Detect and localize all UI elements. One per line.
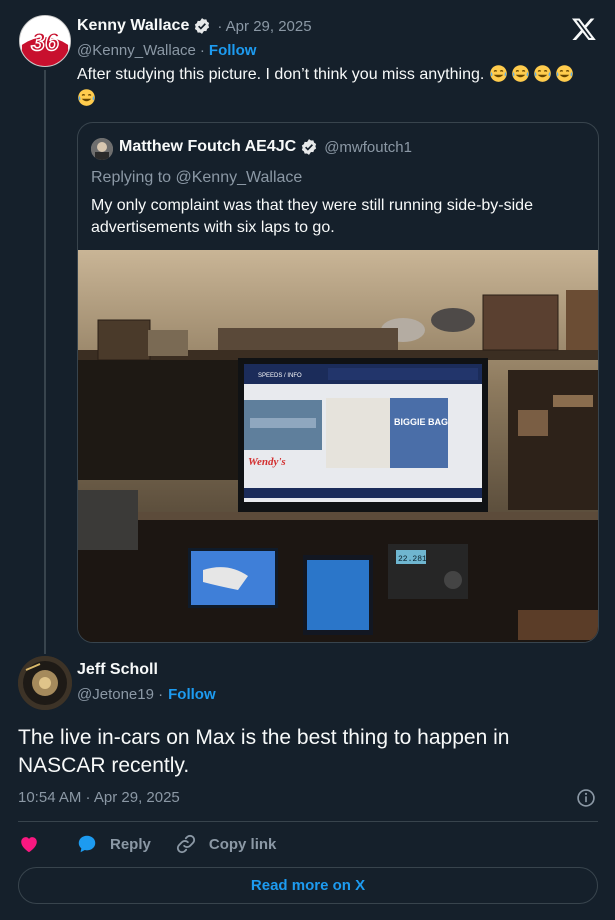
tweet-text: After studying this picture. I don’t thi… <box>77 66 485 83</box>
quoted-tweet-card[interactable]: Matthew Foutch AE4JC @mwfoutch1 Replying… <box>77 122 599 643</box>
author-name[interactable]: Kenny Wallace <box>77 17 189 35</box>
quoted-photo[interactable]: SPEEDS / INFO BIGGIE BAG Wendy's 22.281 <box>78 250 598 643</box>
reply-author-handle[interactable]: @Jetone19 · <box>77 686 163 703</box>
tv-header-text: SPEEDS / INFO <box>258 373 302 379</box>
copy-link-label: Copy link <box>208 835 277 853</box>
radio-readout: 22.281 <box>398 555 427 564</box>
like-button[interactable] <box>18 833 52 855</box>
reply-button[interactable]: Reply <box>76 833 151 855</box>
follow-button[interactable]: Follow <box>168 686 216 703</box>
reply-header: Jeff Scholl <box>77 661 158 679</box>
author-handle[interactable]: @Kenny_Wallace <box>77 42 196 59</box>
quote-avatar-image <box>91 138 113 160</box>
quote-author-name: Matthew Foutch AE4JC <box>119 138 297 155</box>
svg-text:36: 36 <box>31 29 60 57</box>
verified-badge-icon <box>195 18 210 34</box>
info-icon[interactable] <box>576 788 596 808</box>
quote-avatar <box>91 138 113 160</box>
tweet-date[interactable]: · Apr 29, 2025 <box>217 18 311 35</box>
joy-emoji <box>555 65 573 82</box>
quote-header: Matthew Foutch AE4JC @mwfoutch1 <box>119 138 412 156</box>
reply-timestamp[interactable]: 10:54 AM · Apr 29, 2025 <box>18 789 180 806</box>
tweet-header: Kenny Wallace · Apr 29, 2025 <box>77 17 312 35</box>
joy-emoji <box>533 65 551 82</box>
joy-emoji <box>78 89 95 106</box>
joy-emoji <box>511 65 529 82</box>
joy-emoji <box>489 65 507 82</box>
copy-link-button[interactable]: Copy link <box>175 833 277 855</box>
follow-button[interactable]: Follow <box>209 42 257 59</box>
link-icon <box>176 834 195 854</box>
tweet-body: After studying this picture. I don’t thi… <box>77 63 592 111</box>
handle-row: @Kenny_Wallace · Follow <box>77 42 256 59</box>
avatar-tire-image <box>18 656 72 710</box>
separator-dot: · <box>199 42 205 59</box>
tv-ad-biggie-bag: BIGGIE BAG <box>394 417 448 427</box>
reply-author-name[interactable]: Jeff Scholl <box>77 661 158 679</box>
quote-author-handle: @mwfoutch1 <box>324 138 412 156</box>
x-logo-icon[interactable] <box>571 16 597 42</box>
heart-icon <box>21 837 37 853</box>
divider <box>18 821 598 822</box>
tv-ad-wendys: Wendy's <box>248 456 286 468</box>
reply-text: The live in-cars on Max is the best thin… <box>18 726 510 777</box>
reply-label: Reply <box>110 835 151 853</box>
verified-badge-icon <box>302 139 317 155</box>
avatar[interactable]: 36 <box>19 15 71 67</box>
action-bar: Reply Copy link <box>18 832 300 856</box>
avatar[interactable] <box>18 656 72 710</box>
replying-to-label: Replying to @Kenny_Wallace <box>91 169 303 186</box>
read-more-button[interactable]: Read more on X <box>18 867 598 904</box>
reply-bubble-icon <box>78 835 96 853</box>
quote-text: My only complaint was that they were sti… <box>91 197 533 236</box>
thread-connector-line <box>44 70 46 654</box>
reply-handle-row: @Jetone19 · Follow <box>77 686 216 703</box>
avatar-36-logo: 36 <box>20 16 70 66</box>
